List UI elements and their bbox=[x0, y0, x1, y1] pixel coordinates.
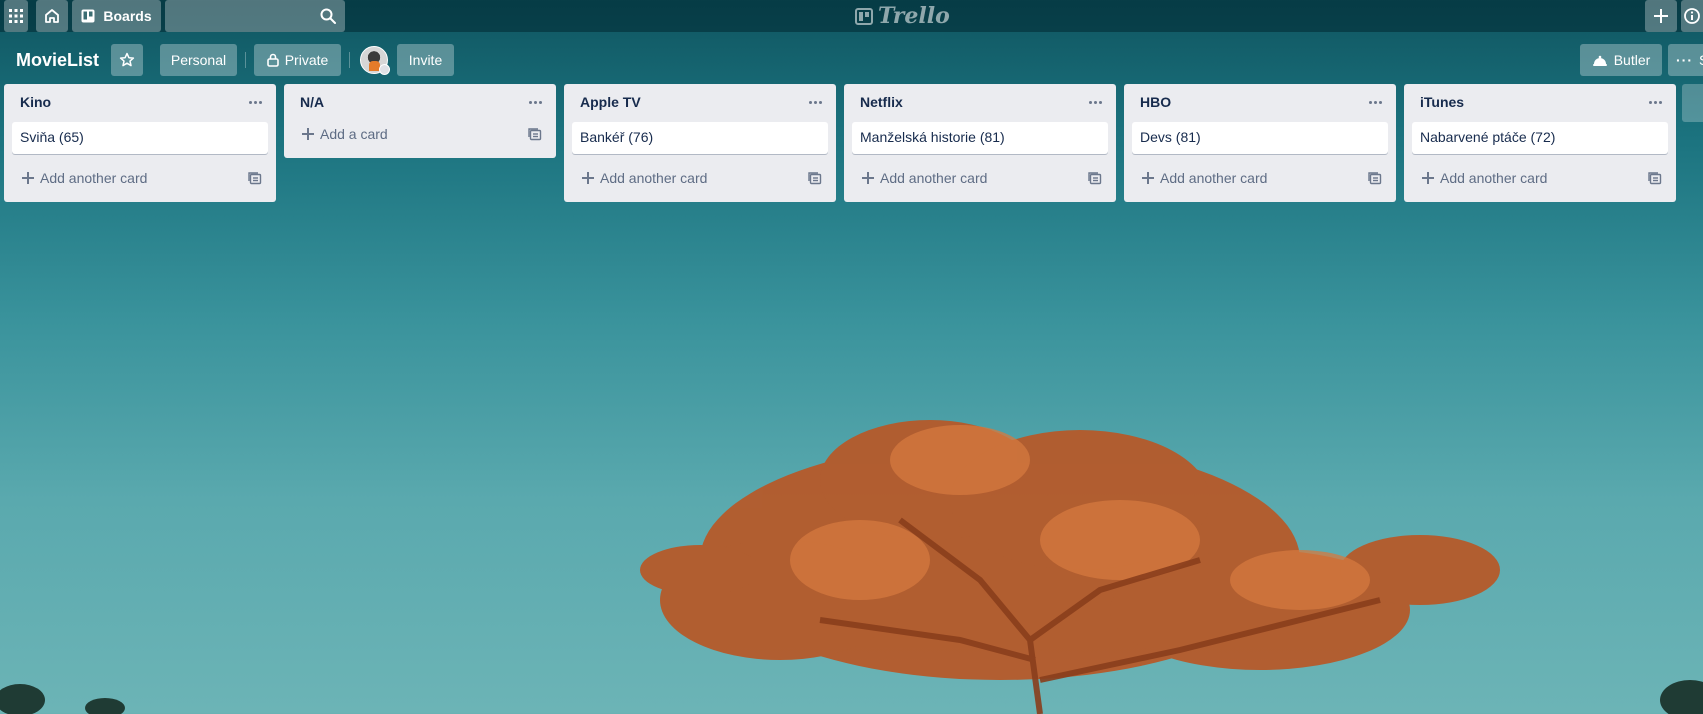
list-menu-icon[interactable] bbox=[244, 92, 266, 112]
card-template-icon[interactable] bbox=[528, 127, 542, 141]
privacy-button[interactable]: Private bbox=[254, 44, 341, 76]
header-divider bbox=[349, 52, 350, 68]
info-button[interactable] bbox=[1681, 0, 1703, 32]
add-card-label: Add another card bbox=[1440, 170, 1548, 186]
list-header: HBO bbox=[1124, 84, 1396, 122]
star-board-button[interactable] bbox=[111, 44, 143, 76]
list-header: iTunes bbox=[1404, 84, 1676, 122]
add-card-label: Add another card bbox=[880, 170, 988, 186]
card[interactable]: Manželská historie (81) bbox=[852, 122, 1108, 154]
show-menu-label: S bbox=[1699, 52, 1703, 68]
add-card-button[interactable]: Add another card bbox=[12, 162, 268, 196]
trello-logo-icon bbox=[855, 7, 873, 25]
search-input[interactable] bbox=[165, 0, 345, 32]
list-header: Netflix bbox=[844, 84, 1116, 122]
list-kino: Kino Sviňa (65) Add another card bbox=[4, 84, 276, 202]
plus-icon bbox=[1654, 9, 1668, 23]
list-title[interactable]: Kino bbox=[20, 94, 51, 110]
add-card-button[interactable]: Add another card bbox=[1132, 162, 1388, 196]
team-visibility-button[interactable]: Personal bbox=[160, 44, 237, 76]
add-card-label: Add a card bbox=[320, 126, 388, 142]
header-divider bbox=[245, 52, 246, 68]
plus-icon bbox=[302, 128, 314, 140]
add-card-label: Add another card bbox=[1160, 170, 1268, 186]
card-template-icon[interactable] bbox=[1088, 171, 1102, 185]
butler-label: Butler bbox=[1613, 52, 1651, 68]
list-menu-icon[interactable] bbox=[1084, 92, 1106, 112]
list-menu-icon[interactable] bbox=[1644, 92, 1666, 112]
add-card-button[interactable]: Add another card bbox=[572, 162, 828, 196]
list-na: N/A Add a card bbox=[284, 84, 556, 158]
board-title[interactable]: MovieList bbox=[10, 44, 105, 76]
card[interactable]: Bankéř (76) bbox=[572, 122, 828, 154]
add-card-button[interactable]: Add another card bbox=[1412, 162, 1668, 196]
board-icon bbox=[81, 9, 95, 23]
list-header: Kino bbox=[4, 84, 276, 122]
card[interactable]: Sviňa (65) bbox=[12, 122, 268, 154]
butler-button[interactable]: Butler bbox=[1580, 44, 1662, 76]
home-button[interactable] bbox=[36, 0, 68, 32]
add-card-button[interactable]: Add another card bbox=[852, 162, 1108, 196]
list-netflix: Netflix Manželská historie (81) Add anot… bbox=[844, 84, 1116, 202]
list-menu-icon[interactable] bbox=[804, 92, 826, 112]
info-icon bbox=[1684, 8, 1700, 24]
lock-icon bbox=[266, 53, 279, 67]
list-title[interactable]: N/A bbox=[300, 94, 324, 110]
private-label: Private bbox=[284, 52, 329, 68]
invite-button[interactable]: Invite bbox=[397, 44, 454, 76]
list-title[interactable]: Apple TV bbox=[580, 94, 641, 110]
butler-bell-icon bbox=[1592, 55, 1607, 66]
trello-logo[interactable]: Trello bbox=[855, 3, 950, 29]
add-list-button[interactable] bbox=[1682, 84, 1703, 122]
create-button[interactable] bbox=[1645, 0, 1677, 32]
add-card-label: Add another card bbox=[40, 170, 148, 186]
card-template-icon[interactable] bbox=[1648, 171, 1662, 185]
list-title[interactable]: iTunes bbox=[1420, 94, 1464, 110]
trello-logo-text: Trello bbox=[878, 3, 950, 29]
card-template-icon[interactable] bbox=[248, 171, 262, 185]
plus-icon bbox=[582, 172, 594, 184]
list-title[interactable]: Netflix bbox=[860, 94, 903, 110]
apps-grid-button[interactable] bbox=[4, 0, 28, 32]
more-dots-icon: ··· bbox=[1676, 52, 1693, 68]
invite-label: Invite bbox=[408, 52, 443, 68]
card-template-icon[interactable] bbox=[1368, 171, 1382, 185]
star-icon bbox=[119, 52, 135, 67]
card[interactable]: Nabarvené ptáče (72) bbox=[1412, 122, 1668, 154]
admin-badge-icon bbox=[379, 64, 390, 75]
boards-label: Boards bbox=[103, 8, 152, 24]
list-itunes: iTunes Nabarvené ptáče (72) Add another … bbox=[1404, 84, 1676, 202]
plus-icon bbox=[1422, 172, 1434, 184]
card-template-icon[interactable] bbox=[808, 171, 822, 185]
plus-icon bbox=[862, 172, 874, 184]
plus-icon bbox=[22, 172, 34, 184]
show-menu-button[interactable]: ··· S bbox=[1668, 44, 1703, 76]
search-icon bbox=[320, 8, 336, 24]
list-menu-icon[interactable] bbox=[524, 92, 546, 112]
add-card-label: Add another card bbox=[600, 170, 708, 186]
list-apple-tv: Apple TV Bankéř (76) Add another card bbox=[564, 84, 836, 202]
board-header: MovieList Personal Private Invite Butler… bbox=[0, 40, 1703, 80]
add-card-button[interactable]: Add a card bbox=[292, 122, 548, 156]
plus-icon bbox=[1142, 172, 1154, 184]
list-title[interactable]: HBO bbox=[1140, 94, 1171, 110]
card[interactable]: Devs (81) bbox=[1132, 122, 1388, 154]
personal-label: Personal bbox=[170, 52, 227, 68]
home-icon bbox=[45, 9, 59, 23]
list-header: N/A bbox=[284, 84, 556, 122]
boards-button[interactable]: Boards bbox=[72, 0, 161, 32]
list-header: Apple TV bbox=[564, 84, 836, 122]
top-navigation-bar: Boards Trello bbox=[0, 0, 1703, 32]
list-hbo: HBO Devs (81) Add another card bbox=[1124, 84, 1396, 202]
apps-grid-icon bbox=[9, 9, 23, 23]
list-menu-icon[interactable] bbox=[1364, 92, 1386, 112]
